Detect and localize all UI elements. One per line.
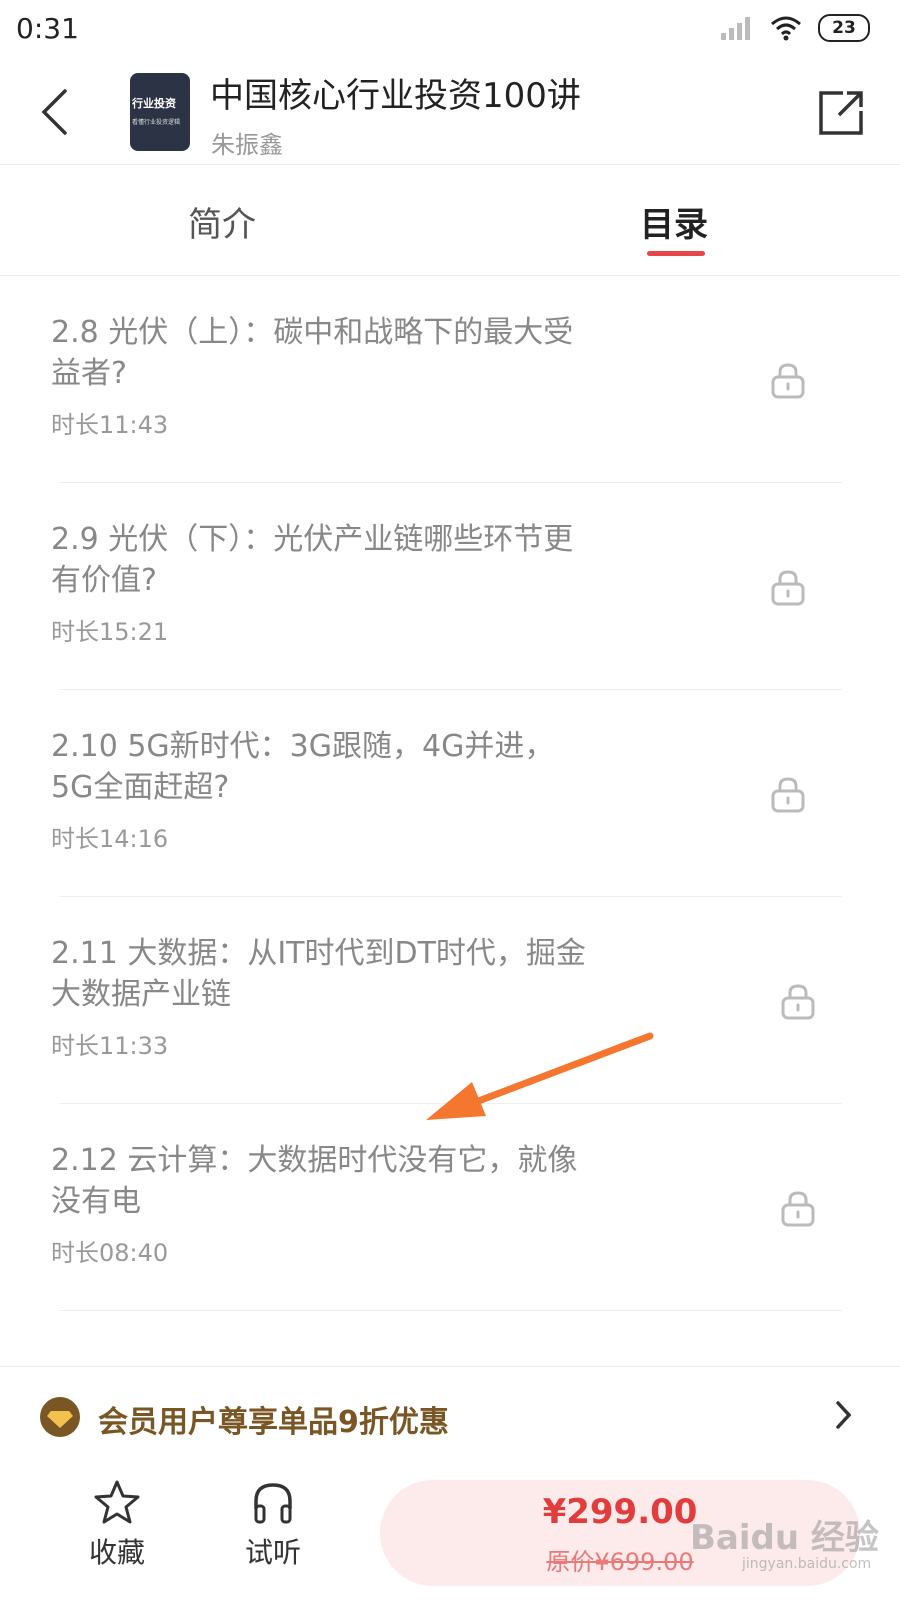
lock-icon [771,363,805,399]
tab-intro[interactable]: 简介 [188,197,256,246]
list-item[interactable]: 2.11 大数据：从IT时代到DT时代，掘金大数据产业链 时长11:33 [0,897,900,1104]
lesson-list[interactable]: 2.8 光伏（上）：碳中和战略下的最大受益者? 时长11:43 2.9 光伏（下… [0,276,900,1366]
header: 行业投资 看懂行业投资逻辑 中国核心行业投资100讲 朱振鑫 [0,60,900,165]
watermark-url: jingyan.baidu.com [742,1556,872,1572]
lesson-title: 2.10 5G新时代：3G跟随，4G并进，5G全面赶超? [51,729,555,805]
divider [59,1310,842,1311]
lesson-title: 2.11 大数据：从IT时代到DT时代，掘金大数据产业链 [51,936,586,1012]
watermark-logo: Baidu 经验 [690,1518,879,1558]
listen-label: 试听 [244,1536,301,1569]
list-item[interactable]: 2.12 云计算：大数据时代没有它，就像没有电 时长08:40 [0,1104,900,1311]
battery-icon: 23 [818,14,870,42]
lock-icon [781,984,815,1020]
preview-listen-button[interactable]: 试听 [218,1479,328,1571]
tab-catalog[interactable]: 目录 [640,197,708,246]
list-item[interactable]: 2.9 光伏（下）：光伏产业链哪些环节更有价值? 时长15:21 [0,483,900,690]
share-icon [819,91,863,135]
lock-icon [771,570,805,606]
tab-bar: 简介 目录 [0,165,900,276]
status-icons: 23 [720,14,870,42]
lock-icon [781,1191,815,1227]
chevron-right-icon [836,1401,852,1429]
signal-icon [721,17,750,40]
course-title: 中国核心行业投资100讲 [210,76,581,116]
list-item[interactable]: 2.10 5G新时代：3G跟随，4G并进，5G全面赶超? 时长14:16 [0,690,900,897]
lesson-title: 2.9 光伏（下）：光伏产业链哪些环节更有价值? [51,522,574,598]
promo-text: 会员用户尊享单品9折优惠 [98,1405,449,1440]
lesson-duration: 时长11:43 [51,411,169,439]
course-author[interactable]: 朱振鑫 [211,125,283,160]
lesson-title: 2.12 云计算：大数据时代没有它，就像没有电 [51,1143,578,1219]
course-cover[interactable]: 行业投资 看懂行业投资逻辑 [130,73,190,151]
lesson-duration: 时长14:16 [51,825,169,853]
battery-level: 23 [832,18,856,38]
back-button[interactable] [28,82,80,142]
lesson-duration: 时长11:33 [51,1032,169,1060]
lesson-duration: 时长08:40 [51,1239,169,1267]
vip-diamond-icon [40,1397,80,1437]
favorite-label: 收藏 [88,1536,145,1569]
member-promo-banner[interactable]: 会员用户尊享单品9折优惠 [0,1366,900,1464]
cover-title: 行业投资 [132,97,176,110]
wifi-icon [771,16,801,41]
chevron-left-icon [41,89,67,135]
lesson-duration: 时长15:21 [51,618,169,646]
active-tab-indicator [647,251,705,256]
headphones-icon [254,1483,292,1524]
favorite-button[interactable]: 收藏 [62,1479,172,1571]
status-time: 0:31 [16,12,79,45]
share-button[interactable] [813,85,869,141]
status-bar: 0:31 23 [0,0,900,60]
lock-icon [771,777,805,813]
star-icon [94,1480,140,1524]
lesson-title: 2.8 光伏（上）：碳中和战略下的最大受益者? [51,315,574,391]
cover-subtitle: 看懂行业投资逻辑 [132,119,181,126]
list-item[interactable]: 2.8 光伏（上）：碳中和战略下的最大受益者? 时长11:43 [0,276,900,483]
